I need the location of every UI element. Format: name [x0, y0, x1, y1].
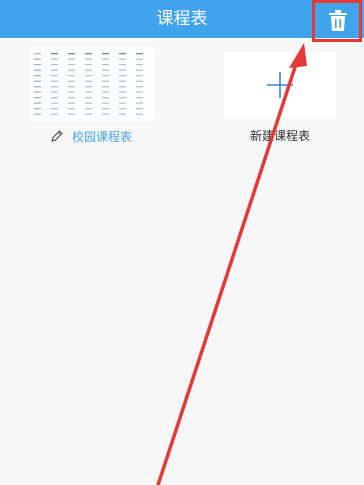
- thumbnail-cell: [119, 97, 126, 99]
- thumbnail-cell: [85, 86, 92, 88]
- thumbnail-cell: [34, 75, 41, 77]
- thumbnail-cell: [85, 64, 92, 66]
- thumbnail-cell: [68, 102, 75, 104]
- thumbnail-cell: [119, 75, 126, 77]
- thumbnail-cell: [34, 64, 41, 66]
- thumbnail-cell: [34, 69, 41, 71]
- thumbnail-cell: [68, 69, 75, 71]
- thumbnail-cell: [85, 113, 92, 115]
- thumbnail-cell: [51, 113, 58, 115]
- thumbnail-cell: [102, 64, 109, 66]
- new-schedule-label: 新建课程表: [249, 129, 310, 143]
- thumbnail-cell: [119, 91, 126, 93]
- thumbnail-cell: [119, 102, 126, 104]
- thumbnail-cell: [68, 53, 75, 55]
- schedule-thumbnail-grid: [34, 53, 143, 115]
- pencil-icon[interactable]: [50, 129, 64, 143]
- new-schedule-card[interactable]: [224, 52, 336, 119]
- thumbnail-cell: [34, 91, 41, 93]
- thumbnail-cell: [51, 97, 58, 99]
- thumbnail-cell: [51, 108, 58, 110]
- schedule-name: 校园课程表: [72, 129, 133, 144]
- schedule-card-thumbnail[interactable]: [30, 47, 155, 121]
- thumbnail-cell: [51, 64, 58, 66]
- thumbnail-cell: [136, 58, 143, 60]
- thumbnail-cell: [51, 75, 58, 77]
- thumbnail-cell: [136, 86, 143, 88]
- thumbnail-cell: [102, 97, 109, 99]
- thumbnail-cell: [102, 108, 109, 110]
- thumbnail-cell: [34, 80, 41, 82]
- thumbnail-cell: [102, 113, 109, 115]
- thumbnail-cell: [119, 108, 126, 110]
- thumbnail-cell: [102, 80, 109, 82]
- thumbnail-cell: [136, 69, 143, 71]
- thumbnail-cell: [85, 97, 92, 99]
- thumbnail-cell: [68, 97, 75, 99]
- thumbnail-cell: [68, 113, 75, 115]
- thumbnail-cell: [102, 86, 109, 88]
- thumbnail-cell: [102, 75, 109, 77]
- thumbnail-cell: [136, 108, 143, 110]
- thumbnail-cell: [136, 80, 143, 82]
- thumbnail-cell: [136, 64, 143, 66]
- thumbnail-cell: [119, 64, 126, 66]
- thumbnail-cell: [119, 58, 126, 60]
- thumbnail-cell: [34, 53, 41, 55]
- thumbnail-cell: [51, 53, 58, 55]
- thumbnail-cell: [102, 91, 109, 93]
- thumbnail-cell: [34, 58, 41, 60]
- thumbnail-cell: [119, 86, 126, 88]
- schedule-card-label[interactable]: 校园课程表: [50, 126, 132, 146]
- thumbnail-cell: [68, 108, 75, 110]
- thumbnail-cell: [85, 58, 92, 60]
- plus-icon: [267, 72, 293, 98]
- thumbnail-cell: [119, 53, 126, 55]
- thumbnail-cell: [34, 102, 41, 104]
- page-title: 课程表: [156, 9, 208, 29]
- thumbnail-cell: [102, 58, 109, 60]
- app-header: 课程表: [0, 0, 364, 42]
- thumbnail-cell: [68, 86, 75, 88]
- thumbnail-cell: [136, 102, 143, 104]
- thumbnail-cell: [85, 91, 92, 93]
- thumbnail-cell: [51, 69, 58, 71]
- thumbnail-cell: [51, 91, 58, 93]
- thumbnail-cell: [34, 108, 41, 110]
- thumbnail-cell: [136, 113, 143, 115]
- thumbnail-cell: [136, 97, 143, 99]
- thumbnail-cell: [51, 102, 58, 104]
- thumbnail-cell: [102, 69, 109, 71]
- thumbnail-cell: [34, 113, 41, 115]
- thumbnail-cell: [102, 102, 109, 104]
- thumbnail-cell: [34, 86, 41, 88]
- thumbnail-cell: [119, 113, 126, 115]
- thumbnail-cell: [136, 75, 143, 77]
- thumbnail-cell: [34, 97, 41, 99]
- thumbnail-cell: [102, 53, 109, 55]
- thumbnail-cell: [68, 58, 75, 60]
- thumbnail-cell: [68, 64, 75, 66]
- trash-icon: [329, 10, 347, 31]
- thumbnail-cell: [68, 80, 75, 82]
- thumbnail-cell: [119, 80, 126, 82]
- thumbnail-cell: [136, 91, 143, 93]
- thumbnail-cell: [51, 80, 58, 82]
- thumbnail-cell: [119, 69, 126, 71]
- delete-button[interactable]: [312, 0, 362, 42]
- thumbnail-cell: [51, 58, 58, 60]
- thumbnail-cell: [136, 53, 143, 55]
- thumbnail-cell: [85, 75, 92, 77]
- thumbnail-cell: [68, 91, 75, 93]
- thumbnail-cell: [68, 75, 75, 77]
- thumbnail-cell: [85, 102, 92, 104]
- thumbnail-cell: [51, 86, 58, 88]
- thumbnail-cell: [85, 108, 92, 110]
- thumbnail-cell: [85, 53, 92, 55]
- thumbnail-cell: [85, 80, 92, 82]
- thumbnail-cell: [85, 69, 92, 71]
